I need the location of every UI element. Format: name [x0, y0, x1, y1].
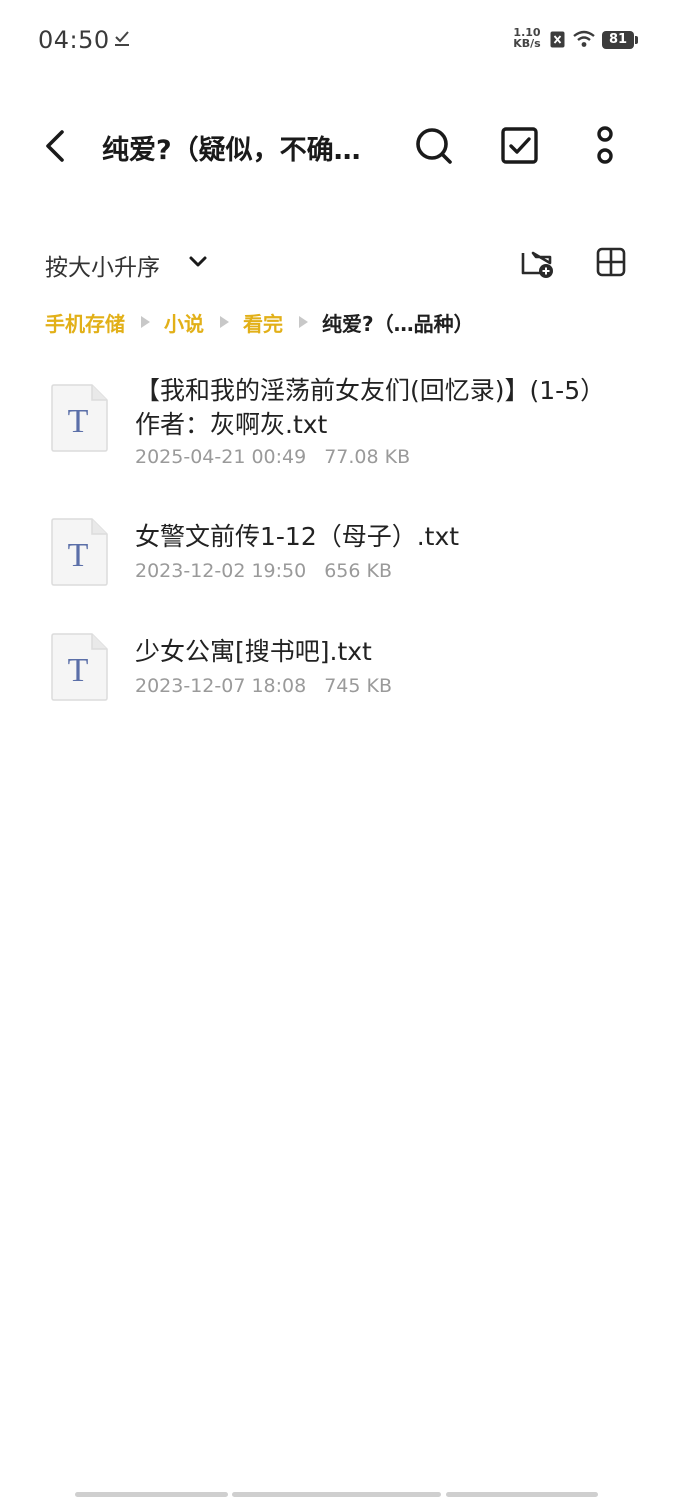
txt-file-icon: T [51, 518, 108, 586]
sort-order-label[interactable]: 按大小升序 [45, 248, 160, 282]
breadcrumb-item-novels[interactable]: 小说 [164, 308, 204, 337]
txt-file-icon: T [51, 384, 108, 452]
new-folder-icon[interactable] [520, 247, 554, 279]
file-row[interactable]: T 【我和我的淫荡前女友们(回忆录)】(1-5） 作者：灰啊灰.txt 2025… [0, 370, 673, 480]
network-speed: 1.10 KB/s [513, 26, 541, 50]
svg-text:T: T [68, 403, 89, 440]
file-size: 77.08 KB [324, 446, 411, 468]
file-date: 2023-12-02 19:50 [135, 560, 307, 582]
status-time: 04:50 [38, 26, 110, 54]
grid-view-icon[interactable] [596, 247, 626, 277]
file-name: 【我和我的淫荡前女友们(回忆录)】(1-5） 作者：灰啊灰.txt [135, 376, 606, 439]
breadcrumb: 手机存储 小说 看完 纯爱?（…品种） [45, 307, 474, 337]
breadcrumb-item-current: 纯爱?（…品种） [322, 311, 474, 336]
file-date: 2023-12-07 18:08 [135, 675, 307, 697]
battery-indicator: 81 [602, 31, 638, 49]
file-row[interactable]: T 少女公寓[搜书吧].txt 2023-12-07 18:08 745 KB [0, 625, 673, 715]
multi-select-icon[interactable] [500, 126, 540, 166]
sort-bar: 按大小升序 [0, 240, 673, 288]
more-options-icon[interactable] [593, 126, 617, 166]
file-size: 745 KB [324, 675, 393, 697]
breadcrumb-separator-icon [141, 316, 150, 328]
svg-text:T: T [68, 652, 89, 689]
breadcrumb-separator-icon [220, 316, 229, 328]
top-toolbar: 纯爱?（疑似，不确… [0, 110, 673, 182]
file-size: 656 KB [324, 560, 393, 582]
file-date: 2025-04-21 00:49 [135, 446, 307, 468]
breadcrumb-item-phone-storage[interactable]: 手机存储 [45, 308, 125, 337]
file-meta: 2023-12-02 19:50 656 KB [135, 560, 392, 582]
breadcrumb-item-finished[interactable]: 看完 [243, 308, 283, 337]
file-meta: 2025-04-21 00:49 77.08 KB [135, 446, 410, 468]
txt-file-icon: T [51, 633, 108, 701]
no-sim-icon [550, 31, 565, 48]
file-name: 女警文前传1-12（母子）.txt [135, 522, 460, 551]
wifi-icon [573, 30, 595, 47]
back-arrow-icon[interactable] [40, 128, 72, 164]
status-bar: 04:50 1.10 KB/s 81 [0, 0, 673, 80]
page-title: 纯爱?（疑似，不确… [102, 135, 361, 166]
nav-hint-segment [446, 1492, 598, 1497]
download-complete-icon [115, 31, 129, 46]
nav-hint-segment [232, 1492, 441, 1497]
search-icon[interactable] [414, 126, 454, 166]
file-meta: 2023-12-07 18:08 745 KB [135, 675, 392, 697]
file-row[interactable]: T 女警文前传1-12（母子）.txt 2023-12-02 19:50 656 … [0, 510, 673, 600]
nav-hint-segment [75, 1492, 228, 1497]
file-name: 少女公寓[搜书吧].txt [135, 637, 372, 666]
breadcrumb-separator-icon [299, 316, 308, 328]
svg-text:T: T [68, 537, 89, 574]
chevron-down-icon[interactable] [188, 254, 208, 270]
